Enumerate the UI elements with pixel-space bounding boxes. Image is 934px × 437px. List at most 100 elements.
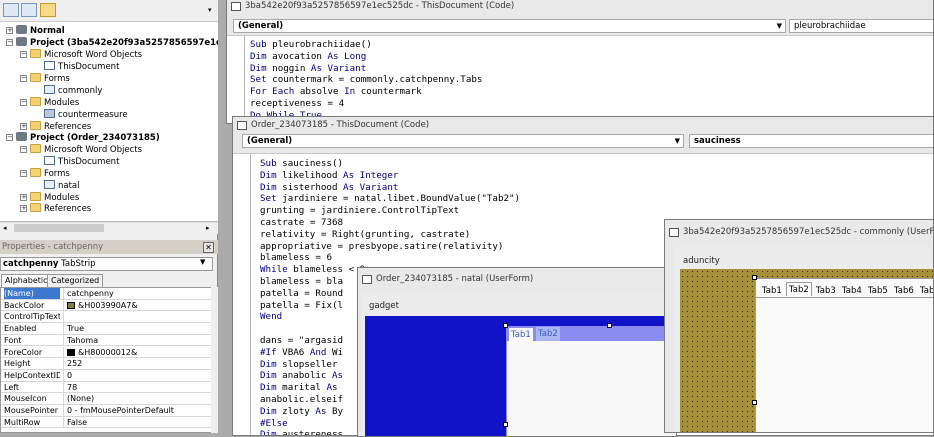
userform-window-commonly[interactable]: 3ba542e20f93a5257856597e1ec525dc - commo… (664, 219, 934, 433)
tree-node[interactable]: commonly (44, 85, 102, 97)
code-line[interactable]: Dim avocation As Long (250, 51, 366, 63)
property-row[interactable]: ControlTipText (1, 311, 212, 324)
code-line[interactable]: Sub pleurobrachiidae() (250, 39, 372, 51)
code-line[interactable]: relativity = Right(grunting, castrate) (260, 229, 470, 241)
code-line[interactable]: blameless = 6 (260, 252, 332, 264)
userform-window-natal[interactable]: Order_234073185 - natal (UserForm) gadge… (357, 267, 677, 437)
expander-icon[interactable]: + (20, 194, 27, 201)
code-line[interactable]: dans = "argasid (260, 335, 343, 347)
code-line[interactable]: While blameless < 9 (260, 264, 365, 276)
property-value[interactable]: Tahoma (63, 334, 98, 346)
tree-node[interactable]: Forms (30, 168, 70, 180)
tree-node[interactable]: Microsoft Word Objects (30, 144, 142, 156)
code-line[interactable]: appropriative = presbyope.satire(relativ… (260, 241, 503, 253)
object-combo[interactable]: (General) ▼ (233, 19, 786, 33)
expander-icon[interactable]: − (20, 146, 27, 153)
property-value[interactable]: &H80000012& (63, 346, 137, 358)
procedure-combo[interactable]: pleurobrachiidae (789, 19, 933, 33)
expander-icon[interactable]: + (6, 27, 13, 34)
code-line[interactable]: Dim noggin As Variant (250, 63, 366, 75)
property-value[interactable]: &H003990A7& (63, 299, 138, 311)
code-line[interactable]: #If VBA6 And Wi (260, 347, 343, 359)
property-row[interactable]: Enabled True (1, 323, 212, 335)
code-line[interactable]: receptiveness = 4 (250, 98, 344, 110)
resize-handle[interactable] (503, 323, 508, 328)
tab-tab5[interactable]: Tab5 (866, 284, 890, 298)
code-line[interactable]: Set countermark = commonly.catchpenny.Ta… (250, 74, 482, 86)
property-value[interactable]: (None) (63, 393, 94, 405)
code-editor[interactable]: Sub pleurobrachiidae() Dim avocation As L… (227, 35, 933, 123)
tree-node[interactable]: Modules (30, 97, 79, 109)
property-row[interactable]: Left 78 (1, 381, 212, 394)
code-line[interactable]: blameless = bla (260, 276, 343, 288)
property-value[interactable]: 252 (63, 358, 82, 370)
property-row[interactable]: Height 252 (1, 358, 212, 370)
expander-icon[interactable]: − (20, 51, 27, 58)
property-row[interactable]: BackColor &H003990A7& (1, 299, 212, 312)
tree-node[interactable]: ThisDocument (44, 156, 119, 168)
code-line[interactable]: For Each absolve In countermark (250, 86, 422, 98)
chevron-down-icon[interactable]: ▼ (200, 258, 205, 266)
property-value[interactable]: catchpenny (63, 288, 114, 299)
tab-tab2[interactable]: Tab2 (786, 282, 812, 296)
code-line[interactable]: castrate = 7368 (260, 217, 343, 229)
tab-tab7[interactable]: Tab7 (918, 284, 933, 298)
property-value[interactable]: 0 - fmMousePointerDefault (63, 405, 174, 416)
property-value[interactable]: False (63, 416, 87, 428)
expander-icon[interactable]: − (6, 134, 13, 141)
code-line[interactable]: patella = Fix(l (260, 300, 343, 312)
tree-node[interactable]: ThisDocument (44, 61, 119, 73)
expander-icon[interactable]: − (20, 75, 27, 82)
userform-surface[interactable]: aduncity Tab1Tab2Tab3Tab4Tab5Tab6Tab7 (675, 247, 933, 432)
code-line[interactable]: Dim anabolic As (260, 370, 343, 382)
property-row[interactable]: MouseIcon (None) (1, 393, 212, 405)
chevron-down-icon[interactable]: ▼ (675, 135, 680, 147)
property-row[interactable]: MousePointer 0 - fmMousePointerDefault (1, 405, 212, 417)
code-window-thisdocument-1[interactable]: 3ba542e20f93a5257856597e1ec525dc - ThisD… (226, 0, 934, 124)
tab-tab1[interactable]: Tab1 (509, 328, 533, 342)
property-row[interactable]: ForeColor &H80000012& (1, 346, 212, 359)
code-line[interactable]: Dim likelihood As Integer (260, 170, 398, 182)
tab-tab6[interactable]: Tab6 (892, 284, 916, 298)
property-value[interactable]: 78 (63, 381, 77, 393)
object-combo[interactable]: (General) ▼ (242, 134, 684, 148)
code-line[interactable]: Dim zloty As By (260, 406, 343, 418)
tab-tab1[interactable]: Tab1 (760, 284, 784, 298)
procedure-combo[interactable]: sauciness (689, 134, 933, 148)
expander-icon[interactable]: − (20, 99, 27, 106)
property-row[interactable]: MultiRow False (1, 416, 212, 429)
toggle-folders-icon[interactable] (40, 3, 56, 17)
tabstrip-catchpenny[interactable]: Tab1Tab2Tab3Tab4Tab5Tab6Tab7 (755, 278, 933, 432)
code-line[interactable]: Sub sauciness() (260, 158, 343, 170)
tab-tab2[interactable]: Tab2 (536, 327, 560, 341)
tab-tab3[interactable]: Tab3 (814, 284, 838, 298)
view-object-icon[interactable] (21, 3, 37, 17)
property-grid-scrollbar[interactable] (211, 287, 218, 433)
tab-categorized[interactable]: Categorized (47, 274, 104, 287)
tree-node[interactable]: Microsoft Word Objects (30, 49, 142, 61)
code-line[interactable]: #Else (260, 418, 288, 430)
code-line[interactable]: Wend (260, 311, 282, 323)
tree-node[interactable]: natal (44, 180, 80, 192)
tree-node[interactable]: countermeasure (44, 109, 128, 121)
close-icon[interactable]: ✕ (203, 242, 214, 253)
code-line[interactable]: Dim sisterhood As Variant (260, 182, 398, 194)
code-line[interactable]: patella = Round (260, 288, 343, 300)
tree-node[interactable]: Project (Order_234073185) (16, 132, 160, 144)
object-selector[interactable]: catchpenny TabStrip (0, 257, 213, 271)
property-value[interactable]: 0 (63, 369, 72, 381)
tabstrip-libet[interactable]: Tab1 Tab2 (506, 326, 676, 436)
chevron-down-icon[interactable]: ▼ (777, 20, 782, 32)
scrollbar-thumb[interactable] (14, 224, 104, 232)
resize-handle[interactable] (752, 275, 757, 280)
expander-icon[interactable]: + (20, 123, 27, 130)
userform-surface[interactable]: gadget Tab1 Tab2 (362, 293, 676, 436)
toolbar-overflow-icon[interactable]: ▾ (208, 6, 212, 14)
expander-icon[interactable]: + (20, 205, 27, 212)
property-grid[interactable]: (Name) catchpenny BackColor &H003990A7& Cont… (0, 287, 213, 433)
expander-icon[interactable]: − (20, 170, 27, 177)
project-tree[interactable]: + Normal − Project (3ba542e20f93a5257856597… (0, 22, 218, 222)
view-code-icon[interactable] (3, 3, 19, 17)
tree-node[interactable]: Forms (30, 73, 70, 85)
tree-node[interactable]: References (30, 203, 91, 215)
